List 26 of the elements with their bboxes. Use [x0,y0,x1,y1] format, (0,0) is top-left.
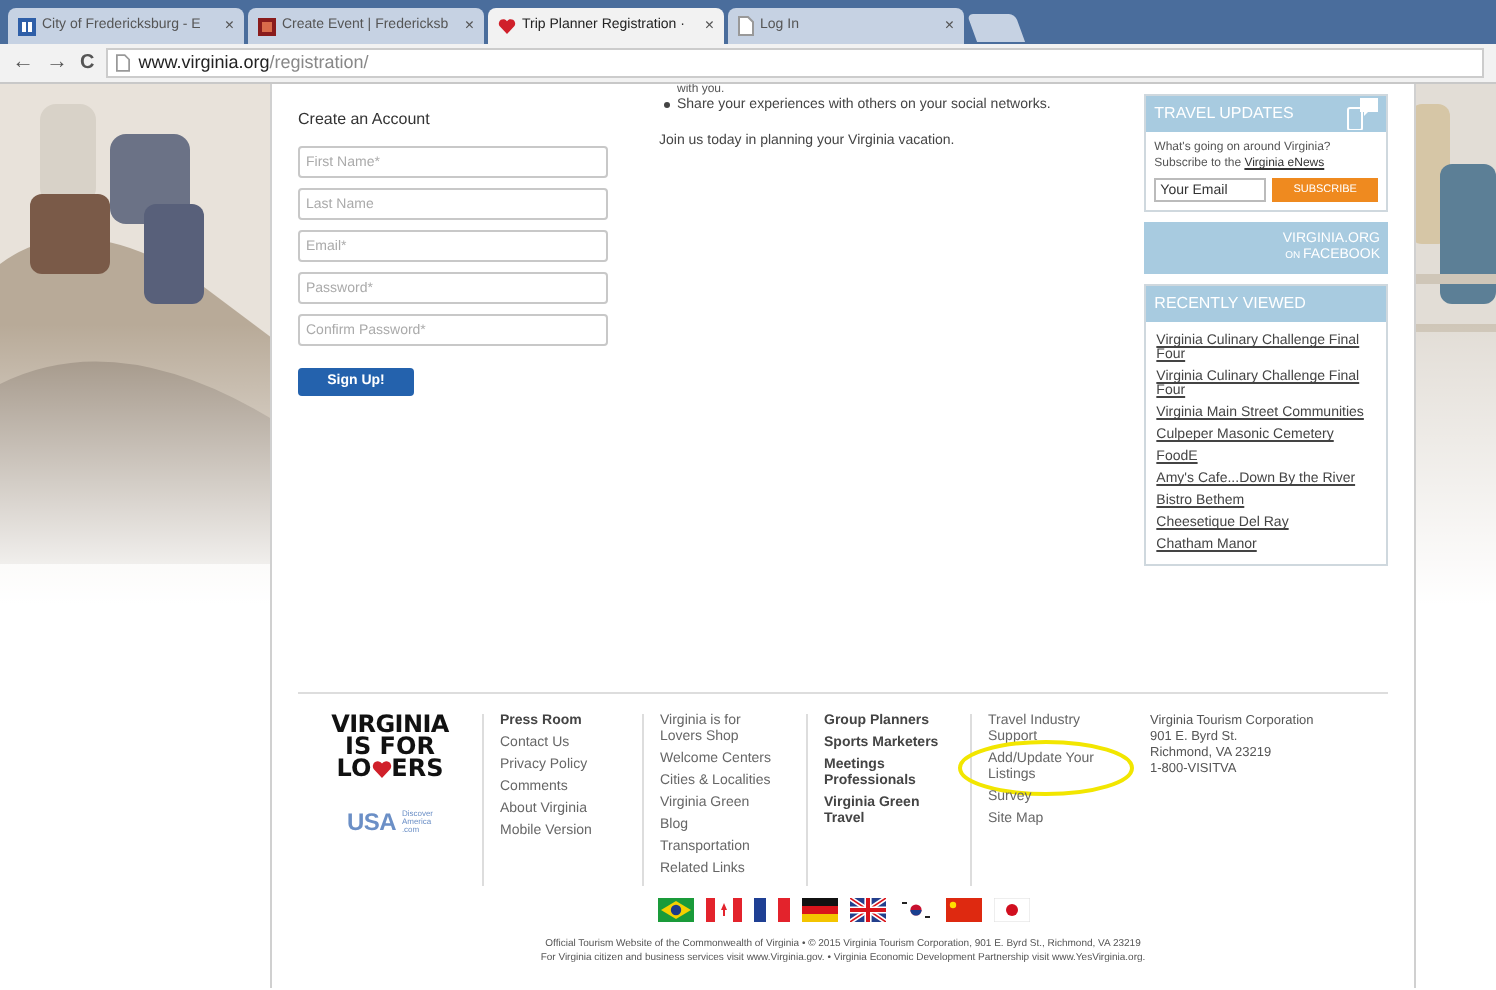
favicon-icon [18,17,36,35]
back-button[interactable]: ← [12,52,34,74]
form-title: Create an Account [298,108,432,132]
close-icon[interactable]: × [944,14,954,38]
flag-icon[interactable] [849,898,885,922]
address-bar[interactable]: www.virginia.org/registration/ [106,48,1484,78]
forward-button[interactable]: → [46,52,68,74]
panel-title: RECENTLY VIEWED [1154,292,1306,316]
bullet-icon [663,102,669,108]
flag-icon[interactable] [753,898,789,922]
close-icon[interactable]: × [224,14,234,38]
flag-icon[interactable] [801,898,837,922]
heart-icon [498,18,516,34]
page-icon [738,16,754,36]
flag-icon[interactable] [897,898,933,922]
favicon-icon [258,17,276,35]
heart-icon [371,760,392,778]
close-icon[interactable]: × [704,14,714,38]
virginia-logo[interactable]: VIRGINIA IS FOR LO ERS [331,714,449,780]
flag-icon[interactable] [657,898,693,922]
panel-title: TRAVEL UPDATES [1154,102,1294,126]
url-text: www.virginia.org/registration/ [138,49,369,76]
new-tab-button[interactable] [966,14,1026,42]
close-icon[interactable]: × [464,14,474,38]
page-icon [116,54,131,72]
reload-button[interactable]: C [80,53,95,73]
